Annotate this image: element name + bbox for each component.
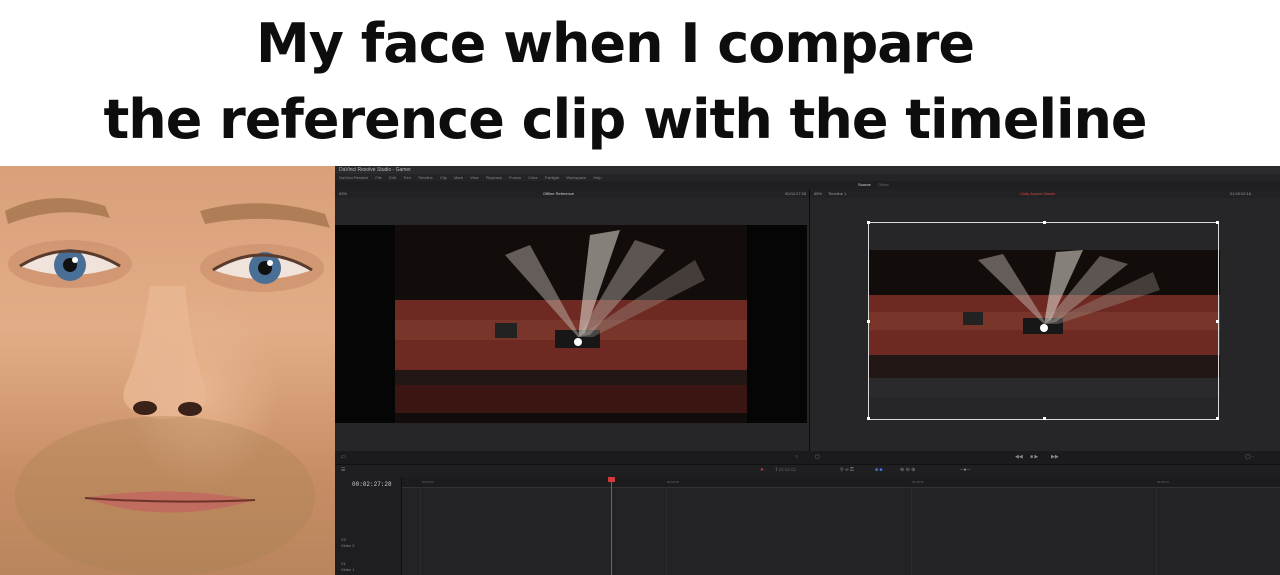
skip-forward-icon[interactable]: ▶▶ bbox=[1051, 454, 1059, 460]
left-viewer-title: Offline Reference bbox=[543, 191, 575, 196]
right-viewer-zoom[interactable]: 65% bbox=[814, 189, 822, 198]
track-headers: 00:02:27:28 V2 Video 2 V1 Video 1 bbox=[335, 477, 402, 575]
pointer-icon[interactable]: ➤ bbox=[760, 467, 764, 473]
menu-item[interactable]: DaVinci Resolve bbox=[339, 175, 368, 180]
menu-item[interactable]: Playback bbox=[486, 175, 502, 180]
mode-bar: Source Offset bbox=[335, 181, 1280, 189]
track-v2-label: Video 2 bbox=[341, 543, 355, 548]
track-v1-name[interactable]: V1 bbox=[341, 561, 346, 566]
menu-item[interactable]: Timeline bbox=[418, 175, 433, 180]
timeline-ruler[interactable]: 00:00:00 00:02:48 00:05:36 00:08:24 bbox=[402, 477, 1280, 488]
link-icon[interactable]: ⚲ ∞ ⚿ bbox=[840, 467, 854, 473]
ruler-mark: 00:02:48 bbox=[667, 480, 679, 484]
playhead[interactable] bbox=[611, 477, 612, 575]
timeline-menu-icon[interactable]: ☰ bbox=[341, 467, 345, 473]
track-v2-name[interactable]: V2 bbox=[341, 537, 346, 542]
menu-bar: DaVinci Resolve File Edit Trim Timeline … bbox=[335, 174, 1280, 181]
track-v1-label: Video 1 bbox=[341, 567, 355, 572]
gridline bbox=[1156, 487, 1157, 575]
right-viewer-header: 65% Timeline 1 Unity Aspect Master 01:00… bbox=[810, 189, 1280, 198]
transform-handle[interactable] bbox=[1043, 221, 1046, 224]
menu-item[interactable]: Clip bbox=[440, 175, 447, 180]
face-photo bbox=[0, 166, 335, 575]
ruler-mark: 00:08:24 bbox=[1157, 480, 1169, 484]
left-viewer-timecode: 00:02:27:28 bbox=[785, 191, 807, 196]
menu-item[interactable]: File bbox=[375, 175, 381, 180]
right-viewer-timecode: 01:00:02:16 bbox=[1230, 191, 1252, 196]
transform-handle[interactable] bbox=[867, 320, 870, 323]
menu-item[interactable]: View bbox=[470, 175, 479, 180]
timeline-timecode: 00:02:27:28 bbox=[352, 481, 392, 488]
blade-icon[interactable]: ⌇ ▭ ▭ ▭ bbox=[775, 467, 796, 473]
flag-icon[interactable]: ■ ■ bbox=[875, 467, 882, 473]
left-viewer-zoom[interactable]: 63% bbox=[339, 189, 347, 198]
menu-item[interactable]: Workspace bbox=[566, 175, 586, 180]
transform-handle[interactable] bbox=[1043, 417, 1046, 420]
source-viewer[interactable] bbox=[335, 198, 809, 451]
menu-item[interactable]: Edit bbox=[389, 175, 396, 180]
transform-bounding-box[interactable] bbox=[867, 221, 1219, 420]
menu-item[interactable]: Fusion bbox=[509, 175, 521, 180]
source-frame bbox=[335, 225, 807, 423]
zoom-slider[interactable]: ─●─ bbox=[960, 467, 970, 473]
timeline-panel[interactable]: 00:02:27:28 V2 Video 2 V1 Video 1 00:00:… bbox=[335, 477, 1280, 575]
transform-handle[interactable] bbox=[867, 417, 870, 420]
transform-handle[interactable] bbox=[1216, 320, 1219, 323]
gridline bbox=[420, 487, 421, 575]
loop-icon[interactable]: ○ bbox=[795, 454, 798, 460]
meme-caption: My face when I compare the reference cli… bbox=[0, 0, 1280, 166]
left-viewer-header: 63% Offline Reference 00:02:27:28 bbox=[335, 189, 809, 198]
menu-item[interactable]: Fairlight bbox=[545, 175, 559, 180]
ruler-mark: 00:00:00 bbox=[422, 480, 434, 484]
timeline-viewer[interactable] bbox=[810, 198, 1280, 451]
edit-toolbar: ☰ ➤ ⌇ ▭ ▭ ▭ ⚲ ∞ ⚿ ■ ■ ⊕ ⊖ ⊕ ─●─ bbox=[335, 464, 1280, 478]
mode-offset-button[interactable]: Offset bbox=[878, 181, 889, 189]
menu-item[interactable]: Help bbox=[593, 175, 601, 180]
right-viewer-timeline[interactable]: Timeline 1 bbox=[828, 189, 846, 198]
viewer-divider bbox=[809, 189, 810, 451]
resolve-app: DaVinci Resolve Studio - Gamer DaVinci R… bbox=[335, 166, 1280, 575]
menu-item[interactable]: Color bbox=[528, 175, 538, 180]
menu-item[interactable]: Mark bbox=[454, 175, 463, 180]
gridline bbox=[911, 487, 912, 575]
gridline bbox=[666, 487, 667, 575]
ruler-mark: 00:05:36 bbox=[912, 480, 924, 484]
transport-controls: ▭ ○ ▢ ◀◀ ■ ▶ ▶▶ ◯ ◦ bbox=[335, 451, 1280, 464]
play-icon[interactable]: ■ ▶ bbox=[1030, 454, 1038, 460]
caption-line-2: the reference clip with the timeline bbox=[103, 88, 1147, 151]
zoom-icon[interactable]: ⊕ ⊖ ⊕ bbox=[900, 467, 915, 473]
viewer-options-icon[interactable]: ▭ bbox=[341, 454, 346, 460]
mode-source-button[interactable]: Source bbox=[858, 181, 871, 189]
transform-handle[interactable] bbox=[1216, 417, 1219, 420]
stop-icon[interactable]: ▢ bbox=[815, 454, 820, 460]
transform-handle[interactable] bbox=[1216, 221, 1219, 224]
skip-back-icon[interactable]: ◀◀ bbox=[1015, 454, 1023, 460]
viewer-settings-icon[interactable]: ◯ ◦ bbox=[1245, 454, 1254, 460]
caption-line-1: My face when I compare bbox=[256, 12, 975, 75]
transform-handle[interactable] bbox=[867, 221, 870, 224]
window-title: DaVinci Resolve Studio - Gamer bbox=[335, 166, 1280, 174]
menu-item[interactable]: Trim bbox=[403, 175, 411, 180]
right-viewer-title: Unity Aspect Master bbox=[1020, 191, 1056, 196]
